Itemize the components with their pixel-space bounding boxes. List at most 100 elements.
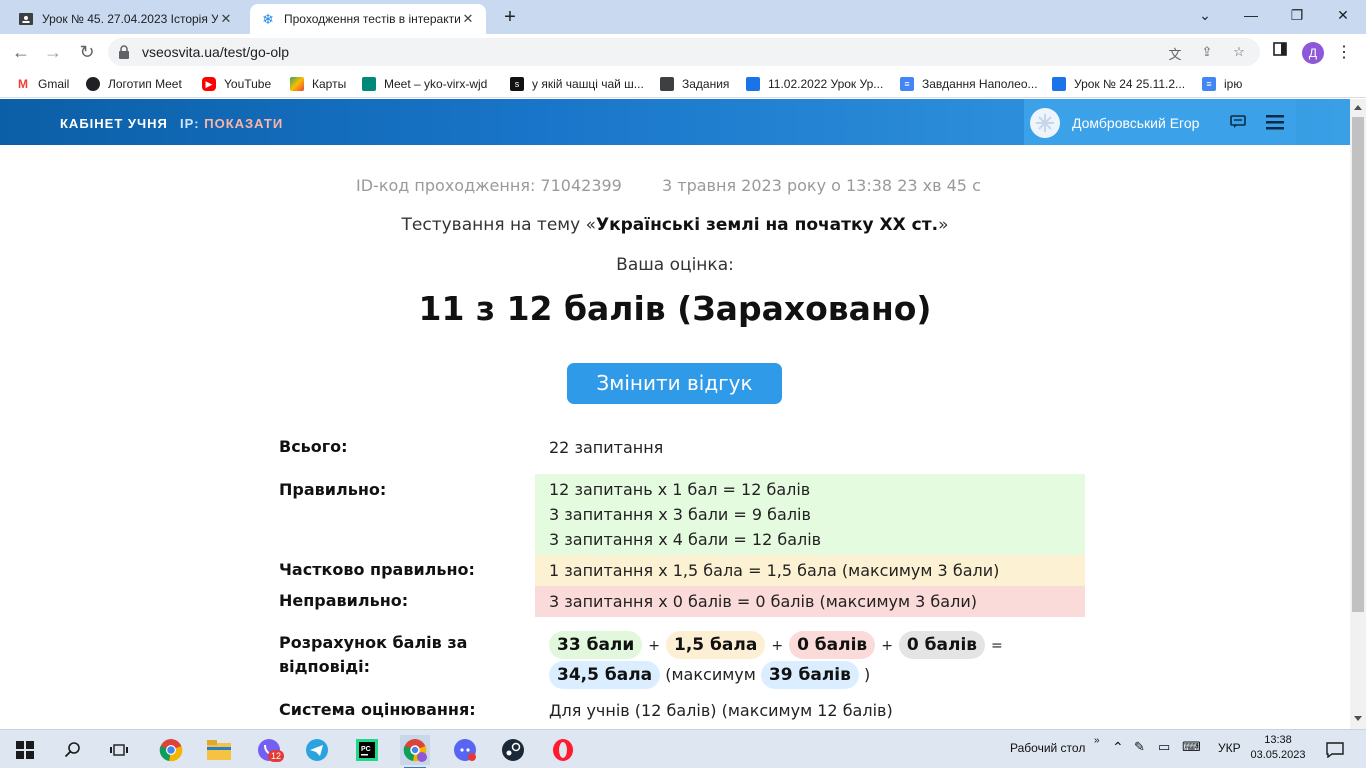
bookmark-meet[interactable]: Meet – yko-virx-wjd <box>362 76 487 92</box>
search-icon[interactable] <box>58 735 88 765</box>
svg-text:PC: PC <box>361 746 371 753</box>
site-header: КАБІНЕТ УЧНЯ IP: ПОКАЗАТИ Домбровський Е… <box>0 99 1350 145</box>
scroll-up-icon[interactable] <box>1354 105 1362 110</box>
tab-title: Проходження тестів в інтеракти <box>284 12 460 26</box>
correct-line: 3 запитання x 4 бали = 12 балів <box>549 530 822 549</box>
close-tab-icon[interactable]: ✕ <box>460 11 476 27</box>
calc-label: Розрахунок балів за відповіді: <box>279 633 468 676</box>
side-panel-icon[interactable] <box>1270 42 1290 59</box>
correct-line: 12 запитань x 1 бал = 12 балів <box>549 480 811 499</box>
back-button[interactable]: ← <box>8 40 34 64</box>
cabinet-link[interactable]: КАБІНЕТ УЧНЯ <box>60 116 168 131</box>
maps-icon <box>290 77 304 91</box>
desktop-toolbar-label[interactable]: Рабочий стол <box>1010 741 1085 755</box>
ip-label: IP: ПОКАЗАТИ <box>180 116 284 131</box>
forward-button[interactable]: → <box>40 40 66 64</box>
bookmark-maps[interactable]: Карты <box>290 76 346 92</box>
system-label: Система оцінювання: <box>279 700 476 719</box>
classroom-icon <box>746 77 760 91</box>
page-scrollbar[interactable] <box>1350 99 1366 729</box>
restore-button[interactable]: ❐ <box>1274 4 1320 26</box>
keyboard-icon[interactable]: ⌨ <box>1182 739 1201 755</box>
address-bar[interactable]: vseosvita.ua/test/go-olp 文 ⇪ ☆ <box>108 38 1260 66</box>
task-view-icon[interactable] <box>104 735 134 765</box>
close-tab-icon[interactable]: ✕ <box>218 11 234 27</box>
scroll-down-icon[interactable] <box>1354 716 1362 721</box>
snowflake-icon: ❄ <box>262 10 274 27</box>
bookmark-lesson-24[interactable]: Урок № 24 25.11.2... <box>1052 76 1185 92</box>
total-value: 22 запитання <box>549 438 664 457</box>
calc-sum: 33 бали +1,5 бала +0 балів +0 балів = <box>549 631 1009 659</box>
total-label: Всього: <box>279 437 348 456</box>
show-ip-link[interactable]: ПОКАЗАТИ <box>204 116 283 131</box>
chrome-icon[interactable] <box>156 735 186 765</box>
network-icon[interactable]: ▭ <box>1158 739 1170 755</box>
share-icon[interactable]: ⇪ <box>1198 44 1216 60</box>
translate-icon[interactable]: 文 <box>1166 44 1184 62</box>
docs-icon: ≡ <box>1202 77 1216 91</box>
browser-toolbar: ← → ↻ vseosvita.ua/test/go-olp 文 ⇪ ☆ Д ⋮ <box>0 34 1366 70</box>
profile-avatar[interactable]: Д <box>1302 42 1324 64</box>
bookmark-gmail[interactable]: M Gmail <box>16 76 69 92</box>
bookmark-youtube[interactable]: ▶ YouTube <box>202 76 271 92</box>
reload-button[interactable]: ↻ <box>74 40 100 64</box>
clock[interactable]: 13:38 03.05.2023 <box>1250 733 1306 763</box>
correct-line: 3 запитання x 3 бали = 9 балів <box>549 505 811 524</box>
steam-icon[interactable] <box>498 735 528 765</box>
meet-icon <box>362 77 376 91</box>
chrome-profile-icon[interactable] <box>400 735 430 768</box>
attempt-id: ID-код проходження: 71042399 <box>356 176 622 195</box>
file-explorer-icon[interactable] <box>204 735 234 765</box>
close-window-button[interactable]: ✕ <box>1320 4 1366 26</box>
partial-value: 1 запитання x 1,5 бала = 1,5 бала (макси… <box>535 555 1085 586</box>
pycharm-icon[interactable]: PC <box>352 735 382 765</box>
user-menu[interactable]: Домбровський Егор <box>1024 99 1296 145</box>
windows-start-icon[interactable] <box>10 735 40 765</box>
avatar <box>1030 108 1060 138</box>
score-wrong-pill: 0 балів <box>789 631 876 659</box>
browser-tab-strip: Урок № 45. 27.04.2023 Історія У ✕ ❄ Прох… <box>0 0 1366 34</box>
change-feedback-button[interactable]: Змінити відгук <box>567 363 782 404</box>
test-result-panel: ID-код проходження: 71042399 3 травня 20… <box>0 145 1350 729</box>
score-skipped-pill: 0 балів <box>898 631 986 659</box>
correct-breakdown: 12 запитань x 1 бал = 12 балів 3 запитан… <box>535 474 1085 555</box>
chat-app-icon[interactable] <box>450 735 480 765</box>
bookmark-star-icon[interactable]: ☆ <box>1230 44 1248 60</box>
grade-value: 11 з 12 балів (Зараховано) <box>418 289 932 328</box>
docs-icon: ≡ <box>900 77 914 91</box>
toolbar-expand-icon[interactable]: » <box>1094 735 1100 746</box>
classroom-icon <box>18 11 34 27</box>
bookmark-lesson-0211[interactable]: 11.02.2022 Урок Ур... <box>746 76 883 92</box>
chevron-down-icon[interactable]: ⌄ <box>1182 4 1228 26</box>
score-total-pill: 34,5 бала <box>549 661 661 689</box>
pen-icon[interactable]: ✎ <box>1134 739 1145 755</box>
correct-label: Правильно: <box>279 480 387 499</box>
bookmark-tea[interactable]: s у якій чашці чай ш... <box>510 76 644 92</box>
test-topic: Тестування на тему «Українські землі на … <box>401 215 949 235</box>
scrollbar-thumb[interactable] <box>1352 117 1364 612</box>
url-text: vseosvita.ua/test/go-olp <box>142 44 290 60</box>
more-menu-icon[interactable]: ⋮ <box>1334 42 1354 62</box>
topic-name: Українські землі на початку XX ст. <box>595 215 939 235</box>
new-tab-button[interactable]: + <box>498 6 522 29</box>
tray-chevron-up-icon[interactable]: ⌃ <box>1112 739 1124 756</box>
chat-icon[interactable] <box>1230 115 1246 129</box>
opera-icon[interactable] <box>548 735 578 765</box>
bookmark-iryu[interactable]: ≡ ірю <box>1202 76 1242 92</box>
score-correct-pill: 33 бали <box>549 631 643 659</box>
minimize-button[interactable]: — <box>1228 4 1274 26</box>
hamburger-menu-icon[interactable] <box>1266 114 1284 130</box>
notifications-icon[interactable] <box>1320 735 1350 765</box>
clock-time: 13:38 <box>1264 734 1292 746</box>
bookmark-meet-logo[interactable]: Логотип Meet <box>86 76 182 92</box>
lock-icon <box>119 45 129 59</box>
bookmark-napoleon[interactable]: ≡ Завдання Наполео... <box>900 76 1038 92</box>
browser-tab-test[interactable]: ❄ Проходження тестів в інтеракти ✕ <box>250 4 486 34</box>
globe-icon <box>86 77 100 91</box>
language-indicator[interactable]: УКР <box>1218 741 1241 755</box>
telegram-icon[interactable] <box>302 735 332 765</box>
classroom-icon <box>660 77 674 91</box>
bookmark-tasks[interactable]: Задания <box>660 76 729 92</box>
browser-tab-lesson[interactable]: Урок № 45. 27.04.2023 Історія У ✕ <box>8 4 244 34</box>
viber-icon[interactable]: 12 <box>254 735 285 765</box>
